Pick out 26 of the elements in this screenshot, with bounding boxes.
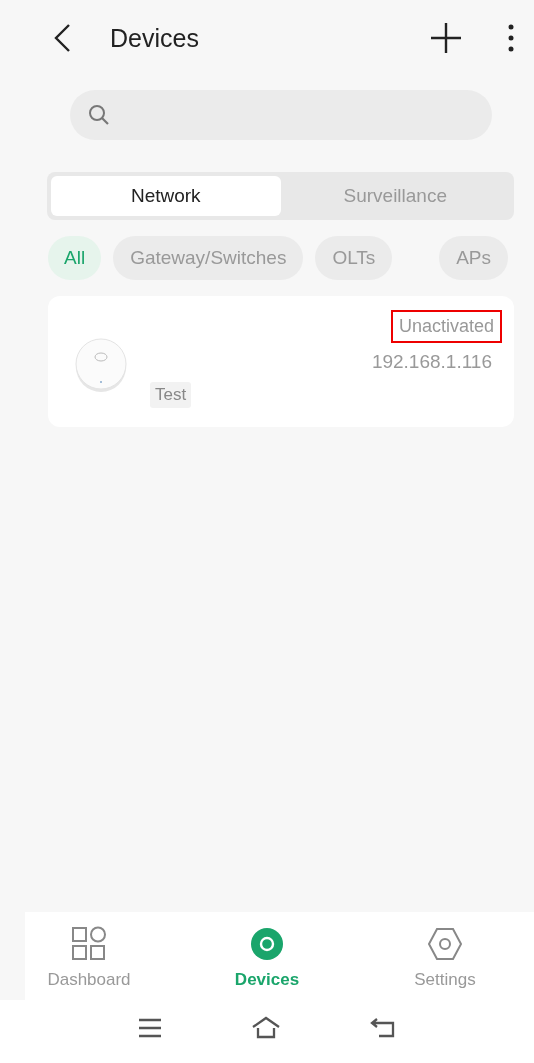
ip-address: 192.168.1.116: [371, 351, 492, 373]
devices-icon: [249, 926, 285, 962]
nav-tab[interactable]: Devices: [178, 912, 356, 1000]
back-nav-icon[interactable]: [369, 1016, 397, 1039]
page-title: Devices: [110, 23, 199, 53]
nav-tab[interactable]: Settings: [356, 912, 534, 1000]
filter-chip[interactable]: APs: [439, 236, 508, 280]
device-card[interactable]: Test Unactivated 192.168.1.116: [48, 296, 514, 427]
menu-icon[interactable]: [137, 1016, 163, 1039]
filter-chip[interactable]: Gateway/Switches: [113, 236, 304, 280]
filter-chip[interactable]: OLTs: [315, 236, 393, 280]
access-point-icon: [74, 338, 128, 392]
more-icon[interactable]: [508, 24, 514, 52]
nav-tab[interactable]: Dashboard: [0, 912, 178, 1000]
filter-chip[interactable]: All: [48, 236, 102, 280]
segment-tab[interactable]: Surveillance: [280, 176, 510, 216]
search-icon: [88, 104, 110, 126]
device-tag: Test: [150, 382, 192, 408]
segment-tab[interactable]: Network: [51, 176, 281, 216]
device-status: Unactivated: [390, 310, 502, 343]
home-icon[interactable]: [251, 1015, 281, 1040]
settings-icon: [427, 926, 463, 962]
add-icon[interactable]: [430, 22, 462, 54]
back-icon[interactable]: [52, 23, 72, 53]
grid-icon: [71, 926, 107, 962]
search-field[interactable]: [70, 90, 492, 140]
